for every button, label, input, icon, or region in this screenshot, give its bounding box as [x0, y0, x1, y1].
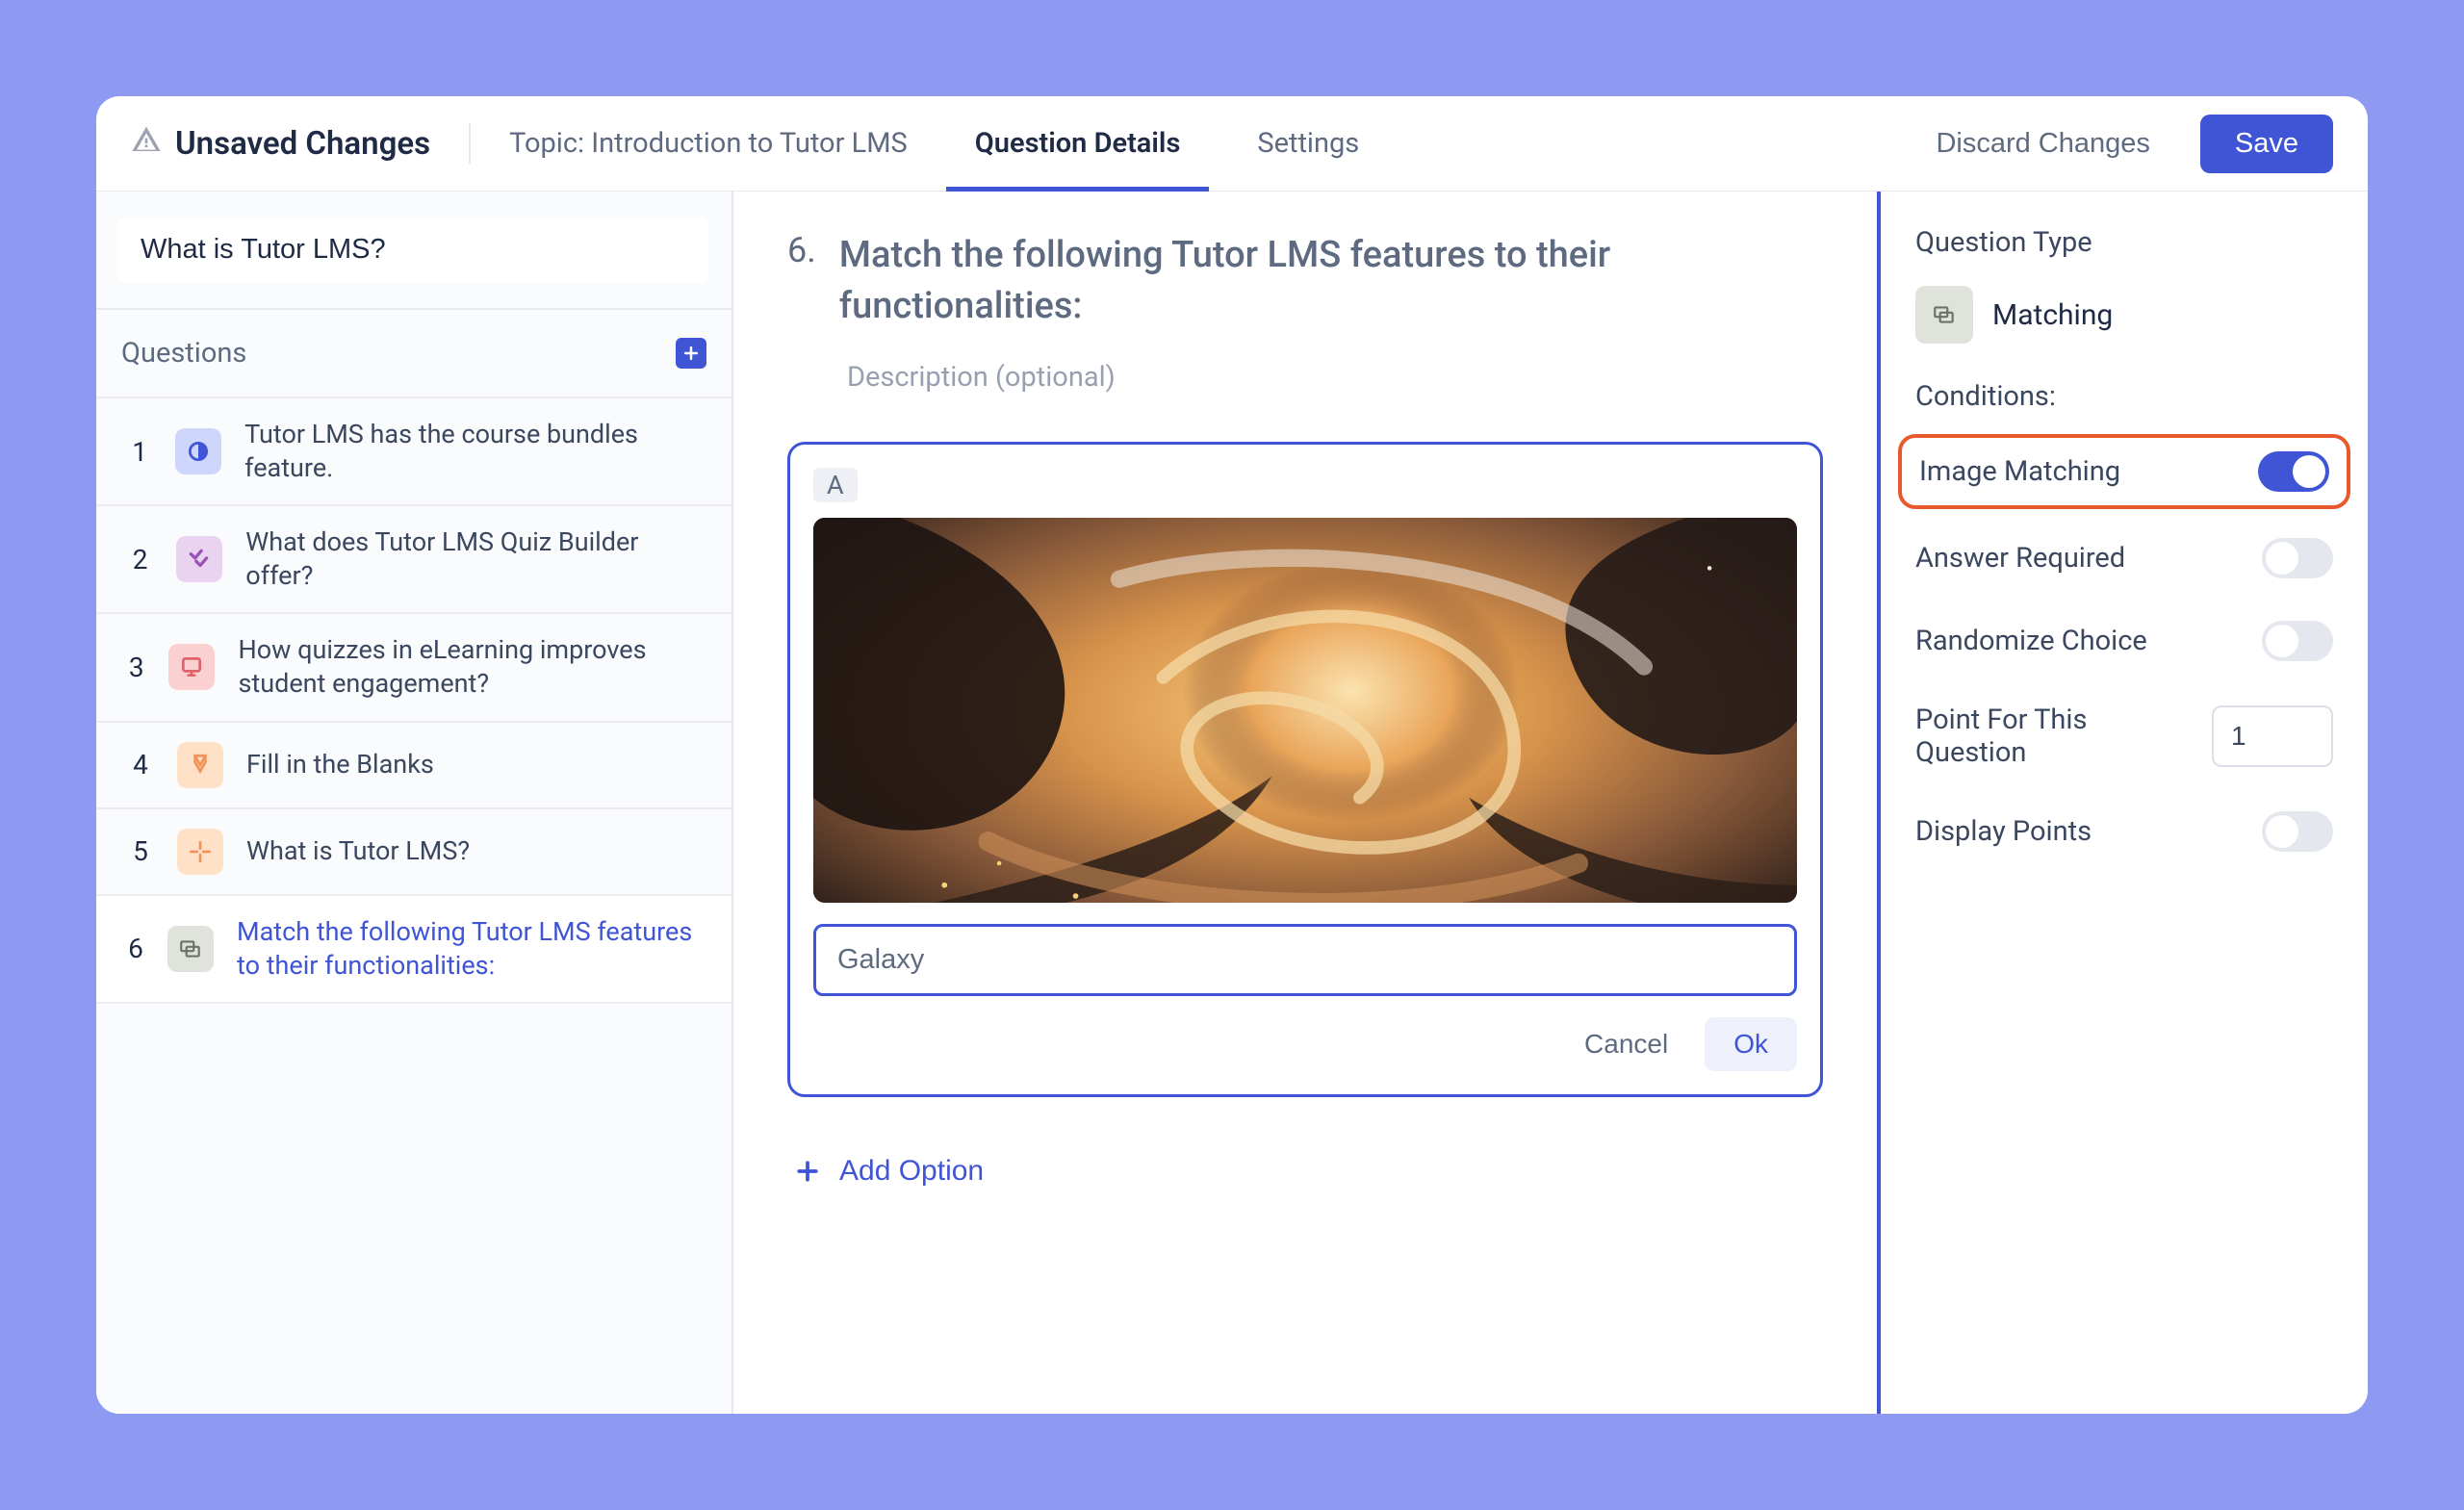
- points-input[interactable]: [2212, 705, 2333, 767]
- question-item[interactable]: 3 How quizzes in eLearning improves stude…: [96, 612, 732, 720]
- discard-button[interactable]: Discard Changes: [1920, 118, 2165, 169]
- toggle-randomize-choice[interactable]: [2262, 621, 2333, 661]
- sidebar: Questions 1 Tutor LMS has the course bund…: [96, 192, 733, 1414]
- toggle-display-points[interactable]: [2262, 811, 2333, 852]
- question-text: Match the following Tutor LMS features t…: [237, 915, 701, 983]
- question-number: 6: [127, 933, 144, 964]
- question-number: 6.: [787, 230, 816, 332]
- tab-settings[interactable]: Settings: [1247, 114, 1369, 173]
- question-list: 1 Tutor LMS has the course bundles featur…: [96, 397, 732, 1004]
- condition-display-points: Display Points: [1915, 804, 2333, 859]
- question-type-value: Matching: [1992, 298, 2113, 332]
- right-panel: Question Type Matching Conditions: Image…: [1881, 192, 2368, 1414]
- toggle-image-matching[interactable]: [2258, 451, 2329, 492]
- question-item[interactable]: 1 Tutor LMS has the course bundles featur…: [96, 397, 732, 504]
- question-text: What does Tutor LMS Quiz Builder offer?: [245, 525, 701, 593]
- question-item[interactable]: 6 Match the following Tutor LMS features …: [96, 894, 732, 1004]
- add-option-button[interactable]: Add Option: [793, 1155, 1823, 1188]
- cancel-button[interactable]: Cancel: [1565, 1017, 1687, 1071]
- option-image[interactable]: [813, 518, 1797, 903]
- question-type-chip: Matching: [1915, 286, 2333, 344]
- question-title-row: 6. Match the following Tutor LMS feature…: [787, 230, 1823, 332]
- question-number: 4: [127, 749, 154, 781]
- add-option-label: Add Option: [839, 1155, 984, 1188]
- condition-points: Point For This Question: [1915, 696, 2333, 777]
- quiz-builder-app: Unsaved Changes Topic: Introduction to T…: [96, 96, 2368, 1414]
- option-text-input[interactable]: [813, 924, 1797, 996]
- question-text: What is Tutor LMS?: [246, 834, 470, 868]
- multichoice-icon: [176, 536, 222, 582]
- question-item[interactable]: 5 What is Tutor LMS?: [96, 807, 732, 894]
- questions-heading-row: Questions: [96, 310, 732, 397]
- ok-button[interactable]: Ok: [1705, 1017, 1797, 1071]
- condition-label: Answer Required: [1915, 542, 2125, 575]
- save-button[interactable]: Save: [2200, 115, 2333, 173]
- unsaved-label: Unsaved Changes: [175, 125, 430, 163]
- question-text: Fill in the Blanks: [246, 748, 434, 781]
- question-text: Tutor LMS has the course bundles feature…: [244, 418, 701, 485]
- question-number: 5: [127, 835, 154, 867]
- topic-label: Topic: Introduction to Tutor LMS: [509, 127, 908, 160]
- toggle-answer-required[interactable]: [2262, 538, 2333, 578]
- openended-icon: [168, 644, 215, 690]
- option-card: A: [787, 442, 1823, 1097]
- question-number: 1: [127, 436, 152, 468]
- question-type-label: Question Type: [1915, 226, 2333, 259]
- question-item[interactable]: 2 What does Tutor LMS Quiz Builder offer?: [96, 504, 732, 612]
- question-text: How quizzes in eLearning improves studen…: [238, 633, 701, 701]
- condition-label: Display Points: [1915, 815, 2092, 848]
- condition-answer-required: Answer Required: [1915, 530, 2333, 586]
- condition-label: Point For This Question: [1915, 704, 2146, 769]
- header: Unsaved Changes Topic: Introduction to T…: [96, 96, 2368, 192]
- conditions-label: Conditions:: [1915, 380, 2333, 413]
- condition-image-matching: Image Matching: [1898, 434, 2350, 509]
- search-input[interactable]: [119, 217, 708, 283]
- question-description[interactable]: Description (optional): [847, 361, 1823, 394]
- option-letter: A: [813, 468, 858, 502]
- add-question-button[interactable]: [676, 338, 706, 369]
- question-number: 2: [127, 544, 153, 576]
- matching-icon: [1915, 286, 1973, 344]
- search-wrap: [96, 192, 732, 310]
- main-column: 6. Match the following Tutor LMS feature…: [733, 192, 1881, 1414]
- option-actions: Cancel Ok: [813, 1017, 1797, 1071]
- warning-icon: [131, 124, 162, 164]
- body: Questions 1 Tutor LMS has the course bund…: [96, 192, 2368, 1414]
- question-title[interactable]: Match the following Tutor LMS features t…: [839, 230, 1823, 332]
- condition-label: Randomize Choice: [1915, 625, 2147, 657]
- condition-randomize-choice: Randomize Choice: [1915, 613, 2333, 669]
- question-number: 3: [127, 652, 145, 683]
- tab-question-details[interactable]: Question Details: [965, 114, 1191, 173]
- truefalse-icon: [175, 428, 221, 474]
- matching-icon: [167, 926, 214, 972]
- question-item[interactable]: 4 Fill in the Blanks: [96, 721, 732, 807]
- questions-heading: Questions: [121, 337, 246, 370]
- divider: [469, 123, 471, 164]
- condition-label: Image Matching: [1919, 455, 2120, 488]
- fillblank-icon: [177, 742, 223, 788]
- unsaved-changes: Unsaved Changes: [131, 124, 430, 164]
- shortanswer-icon: [177, 829, 223, 875]
